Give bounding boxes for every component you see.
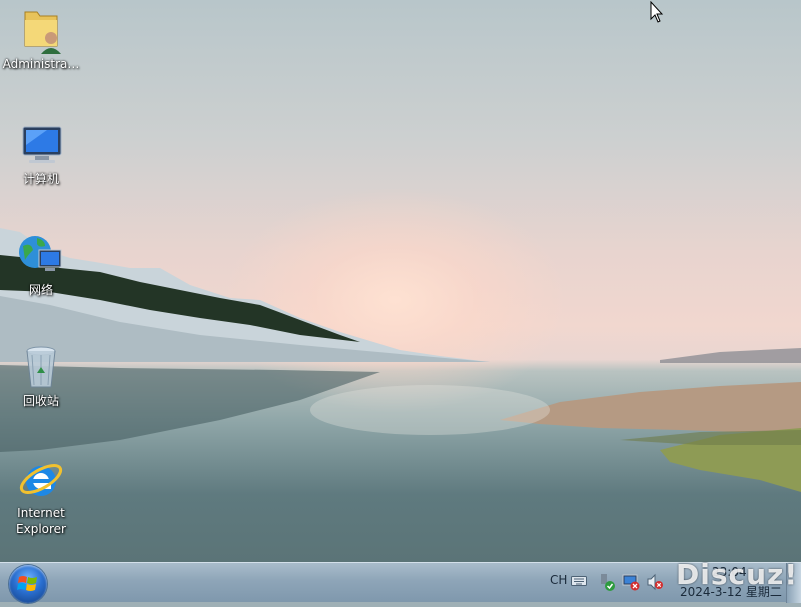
keyboard-icon[interactable] [571, 575, 587, 587]
usb-security-icon[interactable] [598, 573, 616, 591]
windows-start-icon [17, 576, 37, 591]
desktop-icon-network[interactable]: 网络 [0, 232, 82, 298]
desktop-icon-label: 网络 [28, 283, 53, 297]
user-folder-icon [24, 11, 61, 54]
desktop-icon-label: 计算机 [22, 172, 59, 186]
network-disconnected-icon[interactable] [622, 573, 640, 591]
internet-explorer-icon [19, 464, 63, 496]
desktop-icon-administrator[interactable]: Administra… [0, 6, 82, 72]
desktop-icon-label: 回收站 [22, 394, 59, 408]
volume-muted-icon[interactable] [646, 573, 664, 591]
desktop: Administra… 计算机 网络 回收站 Internet Explorer [0, 0, 801, 562]
mouse-pointer-icon [650, 1, 664, 23]
recycle-bin-icon [26, 346, 56, 388]
discuz-watermark: Discuz! [676, 558, 799, 591]
start-button[interactable] [9, 565, 47, 603]
desktop-icon-recycle-bin[interactable]: 回收站 [0, 343, 82, 409]
wallpaper-lake-landscape [0, 228, 801, 492]
language-indicator[interactable]: CH [550, 573, 567, 587]
desktop-icon-computer[interactable]: 计算机 [0, 121, 82, 187]
computer-icon [22, 126, 62, 163]
network-icon [19, 236, 62, 271]
desktop-icon-label: Administra… [2, 57, 80, 71]
desktop-icon-label: Internet Explorer [16, 506, 66, 536]
desktop-icon-internet-explorer[interactable]: Internet Explorer [0, 455, 82, 537]
